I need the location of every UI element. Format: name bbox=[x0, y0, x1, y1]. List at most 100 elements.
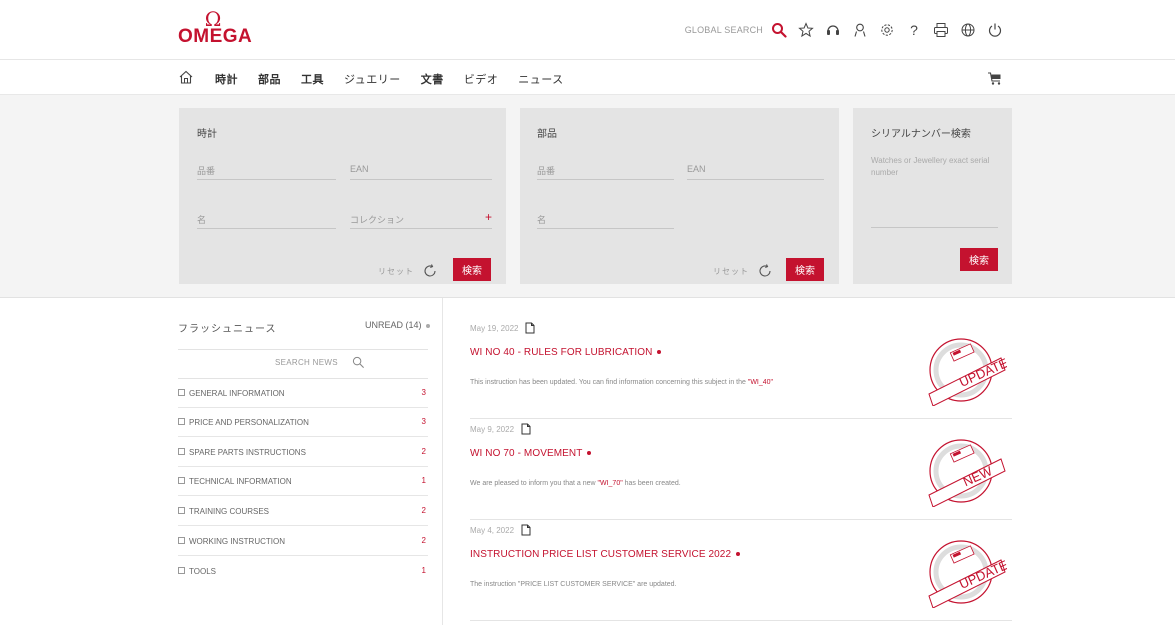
category-item[interactable]: SPARE PARTS INSTRUCTIONS 2 bbox=[178, 438, 428, 467]
divider bbox=[178, 349, 428, 350]
omega-wordmark: OMEGA bbox=[178, 26, 253, 47]
category-item[interactable]: WORKING INSTRUCTION 2 bbox=[178, 527, 428, 556]
global-search-label[interactable]: GLOBAL SEARCH bbox=[685, 25, 763, 35]
watch-collection-select[interactable]: コレクション + bbox=[350, 209, 492, 229]
search-icon[interactable] bbox=[771, 22, 787, 38]
category-count: 1 bbox=[421, 476, 426, 485]
stamp-text: NEW bbox=[961, 463, 995, 489]
top-header: Ω OMEGA GLOBAL SEARCH ? bbox=[0, 0, 1175, 60]
news-summary: The instruction "PRICE LIST CUSTOMER SER… bbox=[470, 581, 677, 588]
serial-search-panel: シリアルナンバー検索 Watches or Jewellery exact se… bbox=[853, 108, 1012, 284]
news-item: May 19, 2022 WI NO 40 - RULES FOR LUBRIC… bbox=[470, 318, 1012, 419]
new-stamp-icon: NEW bbox=[928, 439, 1006, 507]
unread-filter[interactable]: UNREAD (14) bbox=[365, 320, 430, 330]
home-icon[interactable] bbox=[178, 69, 194, 85]
watch-reset-button[interactable]: リセット bbox=[378, 263, 438, 279]
reset-label: リセット bbox=[713, 266, 749, 276]
category-count: 3 bbox=[421, 388, 426, 397]
cart-icon[interactable] bbox=[987, 70, 1003, 86]
part-ean-input[interactable]: EAN bbox=[687, 160, 824, 180]
watch-name-input[interactable]: 名 bbox=[197, 209, 336, 229]
power-icon[interactable] bbox=[987, 22, 1003, 38]
date-text: May 4, 2022 bbox=[470, 525, 515, 535]
category-item[interactable]: TECHNICAL INFORMATION 1 bbox=[178, 467, 428, 496]
date-text: May 19, 2022 bbox=[470, 323, 519, 333]
unread-dot bbox=[425, 323, 430, 328]
category-count: 2 bbox=[421, 447, 426, 456]
category-count: 3 bbox=[421, 417, 426, 426]
parts-search-panel: 部品 品番 EAN 名 リセット 検索 bbox=[520, 108, 839, 284]
gear-icon[interactable] bbox=[879, 22, 895, 38]
category-count: 1 bbox=[421, 566, 426, 575]
category-item[interactable]: TOOLS 1 bbox=[178, 557, 428, 586]
category-label: TOOLS bbox=[178, 567, 216, 576]
part-search-button[interactable]: 検索 bbox=[786, 258, 824, 281]
unread-dot bbox=[736, 552, 741, 557]
part-name-input[interactable]: 名 bbox=[537, 209, 674, 229]
search-icon[interactable] bbox=[352, 356, 365, 369]
document-link[interactable]: "WI_70" bbox=[598, 480, 623, 487]
nav-item-news[interactable]: ニュース bbox=[518, 71, 563, 87]
watch-ref-input[interactable]: 品番 bbox=[197, 160, 336, 180]
category-item[interactable]: GENERAL INFORMATION 3 bbox=[178, 379, 428, 408]
nav-item-documents[interactable]: 文書 bbox=[421, 71, 444, 87]
collection-placeholder: コレクション bbox=[350, 215, 405, 225]
category-label: GENERAL INFORMATION bbox=[178, 389, 285, 398]
news-title-link[interactable]: WI NO 40 - RULES FOR LUBRICATION bbox=[470, 347, 662, 358]
category-item[interactable]: PRICE AND PERSONALIZATION 3 bbox=[178, 408, 428, 437]
star-icon[interactable] bbox=[798, 22, 814, 38]
omega-logo[interactable]: Ω OMEGA bbox=[178, 9, 253, 47]
serial-description: Watches or Jewellery exact serial number bbox=[871, 156, 990, 177]
unread-label: UNREAD (14) bbox=[365, 320, 422, 330]
news-summary: We are pleased to inform you that a new … bbox=[470, 480, 681, 487]
serial-search-button[interactable]: 検索 bbox=[960, 248, 998, 271]
document-icon[interactable] bbox=[521, 524, 531, 536]
category-item[interactable]: TRAINING COURSES 2 bbox=[178, 497, 428, 526]
reset-icon bbox=[759, 264, 771, 277]
category-label: PRICE AND PERSONALIZATION bbox=[178, 418, 309, 427]
news-item: May 4, 2022 INSTRUCTION PRICE LIST CUSTO… bbox=[470, 520, 1012, 621]
panel-title: 時計 bbox=[197, 129, 217, 140]
category-count: 2 bbox=[421, 536, 426, 545]
unread-dot bbox=[587, 451, 592, 456]
nav-item-tools[interactable]: 工具 bbox=[301, 71, 324, 87]
document-icon[interactable] bbox=[521, 423, 531, 435]
summary-text-end: has been created. bbox=[622, 480, 681, 487]
search-band: 時計 品番 EAN 名 コレクション + リセット 検索 部品 品番 EAN 名… bbox=[0, 95, 1175, 298]
category-label: TECHNICAL INFORMATION bbox=[178, 477, 292, 486]
news-title-link[interactable]: INSTRUCTION PRICE LIST CUSTOMER SERVICE … bbox=[470, 549, 741, 560]
header-tools: GLOBAL SEARCH ? bbox=[685, 22, 1003, 38]
nav-item-videos[interactable]: ビデオ bbox=[464, 71, 499, 87]
part-reset-button[interactable]: リセット bbox=[713, 263, 773, 279]
help-icon[interactable]: ? bbox=[906, 22, 922, 38]
update-stamp-icon: UPDATE bbox=[928, 338, 1007, 406]
globe-icon[interactable] bbox=[960, 22, 976, 38]
print-icon[interactable] bbox=[933, 22, 949, 38]
user-icon[interactable] bbox=[852, 22, 868, 38]
news-title-link[interactable]: WI NO 70 - MOVEMENT bbox=[470, 448, 592, 459]
search-news-input[interactable]: SEARCH NEWS bbox=[275, 358, 338, 367]
reset-label: リセット bbox=[378, 266, 414, 276]
watch-ean-input[interactable]: EAN bbox=[350, 160, 492, 180]
news-title-text: WI NO 70 - MOVEMENT bbox=[470, 448, 583, 459]
document-link[interactable]: "WI_40" bbox=[748, 379, 773, 386]
reset-icon bbox=[424, 264, 436, 277]
news-date: May 4, 2022 bbox=[470, 524, 531, 536]
nav-items: 時計 部品 工具 ジュエリー 文書 ビデオ ニュース bbox=[215, 71, 584, 87]
panel-title: 部品 bbox=[537, 129, 557, 140]
serial-number-input[interactable] bbox=[871, 208, 998, 228]
nav-item-parts[interactable]: 部品 bbox=[258, 71, 281, 87]
date-text: May 9, 2022 bbox=[470, 424, 515, 434]
add-collection-icon[interactable]: + bbox=[485, 210, 492, 224]
document-icon[interactable] bbox=[525, 322, 535, 334]
part-ref-input[interactable]: 品番 bbox=[537, 160, 674, 180]
watches-search-panel: 時計 品番 EAN 名 コレクション + リセット 検索 bbox=[179, 108, 506, 284]
watch-search-button[interactable]: 検索 bbox=[453, 258, 491, 281]
support-icon[interactable] bbox=[825, 22, 841, 38]
nav-item-watches[interactable]: 時計 bbox=[215, 71, 238, 87]
nav-item-jewellery[interactable]: ジュエリー bbox=[344, 71, 401, 87]
category-label: WORKING INSTRUCTION bbox=[178, 537, 285, 546]
flash-news-title: フラッシュニュース bbox=[178, 324, 277, 335]
category-count: 2 bbox=[421, 506, 426, 515]
category-label: SPARE PARTS INSTRUCTIONS bbox=[178, 448, 306, 457]
